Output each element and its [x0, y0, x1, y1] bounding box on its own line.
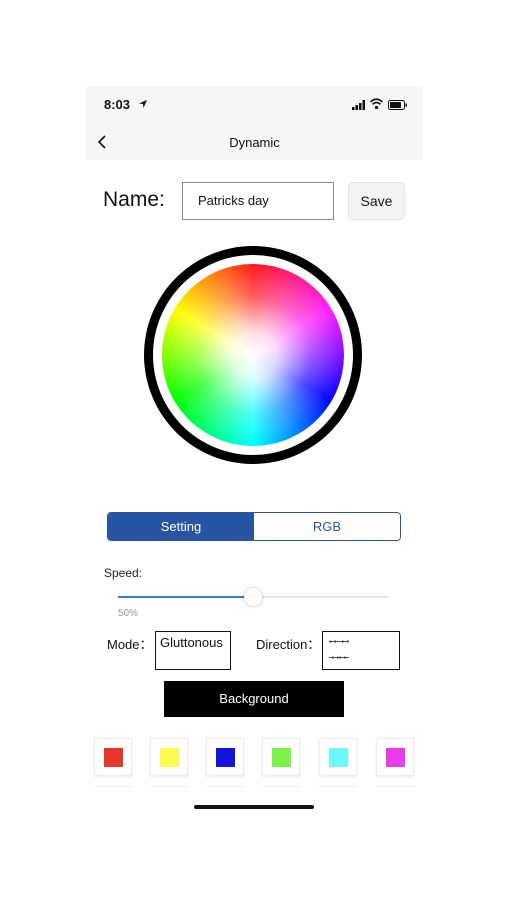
tab-setting[interactable]: Setting — [108, 513, 254, 540]
swatch-row-partial — [262, 786, 300, 793]
swatch-color — [386, 748, 405, 767]
swatch-color — [329, 748, 348, 767]
direction-line-1: ←←→→ — [329, 637, 349, 647]
swatch-color — [104, 748, 123, 767]
swatch-green[interactable] — [262, 738, 300, 776]
speed-slider-fill — [118, 596, 253, 598]
swatch-row-partial — [150, 786, 188, 793]
status-time: 8:03 — [104, 97, 131, 112]
color-wheel[interactable] — [162, 264, 344, 446]
cellular-signal-icon — [352, 100, 365, 110]
home-indicator — [194, 805, 314, 809]
swatch-color — [272, 748, 291, 767]
swatch-magenta[interactable] — [376, 738, 414, 776]
save-button[interactable]: Save — [348, 182, 405, 220]
direction-line-2: →→←← — [329, 653, 349, 663]
speed-slider-thumb[interactable] — [244, 588, 262, 606]
swatch-color — [160, 748, 179, 767]
swatch-row-partial — [376, 786, 414, 793]
page-title: Dynamic — [229, 135, 280, 150]
swatch-blue[interactable] — [206, 738, 244, 776]
name-input[interactable]: Patricks day — [182, 182, 334, 220]
wifi-icon — [370, 98, 383, 110]
swatch-row-partial — [206, 786, 244, 793]
mode-select[interactable]: Gluttonous — [155, 631, 231, 670]
speed-label: Speed: — [104, 566, 143, 580]
location-arrow-icon — [139, 100, 147, 108]
swatch-red[interactable] — [94, 738, 132, 776]
direction-label: Direction： — [256, 637, 321, 652]
battery-icon — [388, 100, 407, 110]
speed-value: 50% — [118, 608, 139, 619]
swatch-row-partial — [94, 786, 132, 793]
swatch-row-partial — [319, 786, 357, 793]
name-label: Name: — [103, 188, 165, 211]
swatch-yellow[interactable] — [150, 738, 188, 776]
background-button[interactable]: Background — [164, 681, 344, 717]
tab-rgb[interactable]: RGB — [254, 513, 400, 540]
swatch-color — [216, 748, 235, 767]
swatch-cyan[interactable] — [319, 738, 357, 776]
mode-label: Mode： — [107, 637, 153, 652]
direction-select[interactable]: ←←→→ →→←← — [322, 631, 400, 670]
tab-switcher: Setting RGB — [107, 512, 401, 541]
